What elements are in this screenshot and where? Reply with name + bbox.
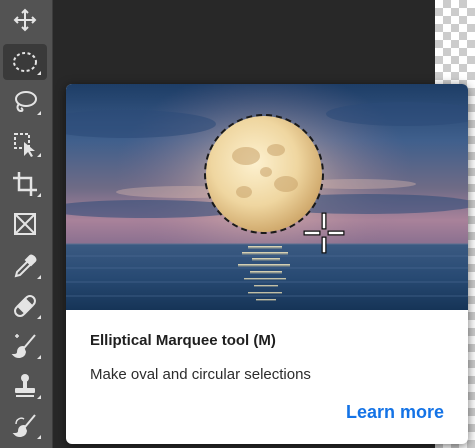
tool-preview-image bbox=[66, 84, 468, 310]
object-selection-tool[interactable] bbox=[3, 126, 47, 162]
crop-tool[interactable] bbox=[3, 166, 47, 202]
stamp-icon bbox=[15, 374, 35, 397]
elliptical-marquee-tool[interactable] bbox=[3, 44, 47, 80]
tool-group-indicator bbox=[37, 355, 41, 359]
history-brush-icon bbox=[12, 414, 36, 437]
history-brush-tool[interactable] bbox=[3, 408, 47, 444]
tool-group-indicator bbox=[37, 435, 41, 439]
photoshop-workspace: Elliptical Marquee tool (M) Make oval an… bbox=[0, 0, 475, 448]
clone-stamp-tool[interactable] bbox=[3, 368, 47, 404]
tool-group-indicator bbox=[37, 193, 41, 197]
learn-more-link[interactable]: Learn more bbox=[346, 402, 444, 423]
lasso-tool[interactable] bbox=[3, 84, 47, 120]
tool-group-indicator bbox=[37, 315, 41, 319]
elliptical-marquee-icon bbox=[13, 52, 37, 72]
tooltip-description: Make oval and circular selections bbox=[90, 366, 311, 383]
object-selection-icon bbox=[14, 133, 35, 157]
frame-icon bbox=[14, 213, 36, 235]
bandage-icon bbox=[14, 295, 36, 317]
tools-panel bbox=[0, 0, 53, 448]
tooltip-title: Elliptical Marquee tool (M) bbox=[90, 332, 276, 349]
tool-group-indicator bbox=[37, 395, 41, 399]
eyedropper-icon bbox=[14, 254, 37, 278]
crop-icon bbox=[13, 172, 37, 196]
tool-group-indicator bbox=[37, 153, 41, 157]
tool-tooltip: Elliptical Marquee tool (M) Make oval an… bbox=[66, 84, 468, 444]
tool-group-indicator bbox=[37, 275, 41, 279]
move-tool[interactable] bbox=[3, 2, 47, 38]
lasso-icon bbox=[15, 91, 37, 113]
move-icon bbox=[13, 8, 37, 32]
brush-icon bbox=[11, 334, 36, 358]
brush-tool[interactable] bbox=[3, 328, 47, 364]
tool-group-indicator bbox=[37, 111, 41, 115]
frame-tool[interactable] bbox=[3, 206, 47, 242]
tool-group-indicator bbox=[37, 71, 41, 75]
spot-healing-tool[interactable] bbox=[3, 288, 47, 324]
eyedropper-tool[interactable] bbox=[3, 248, 47, 284]
